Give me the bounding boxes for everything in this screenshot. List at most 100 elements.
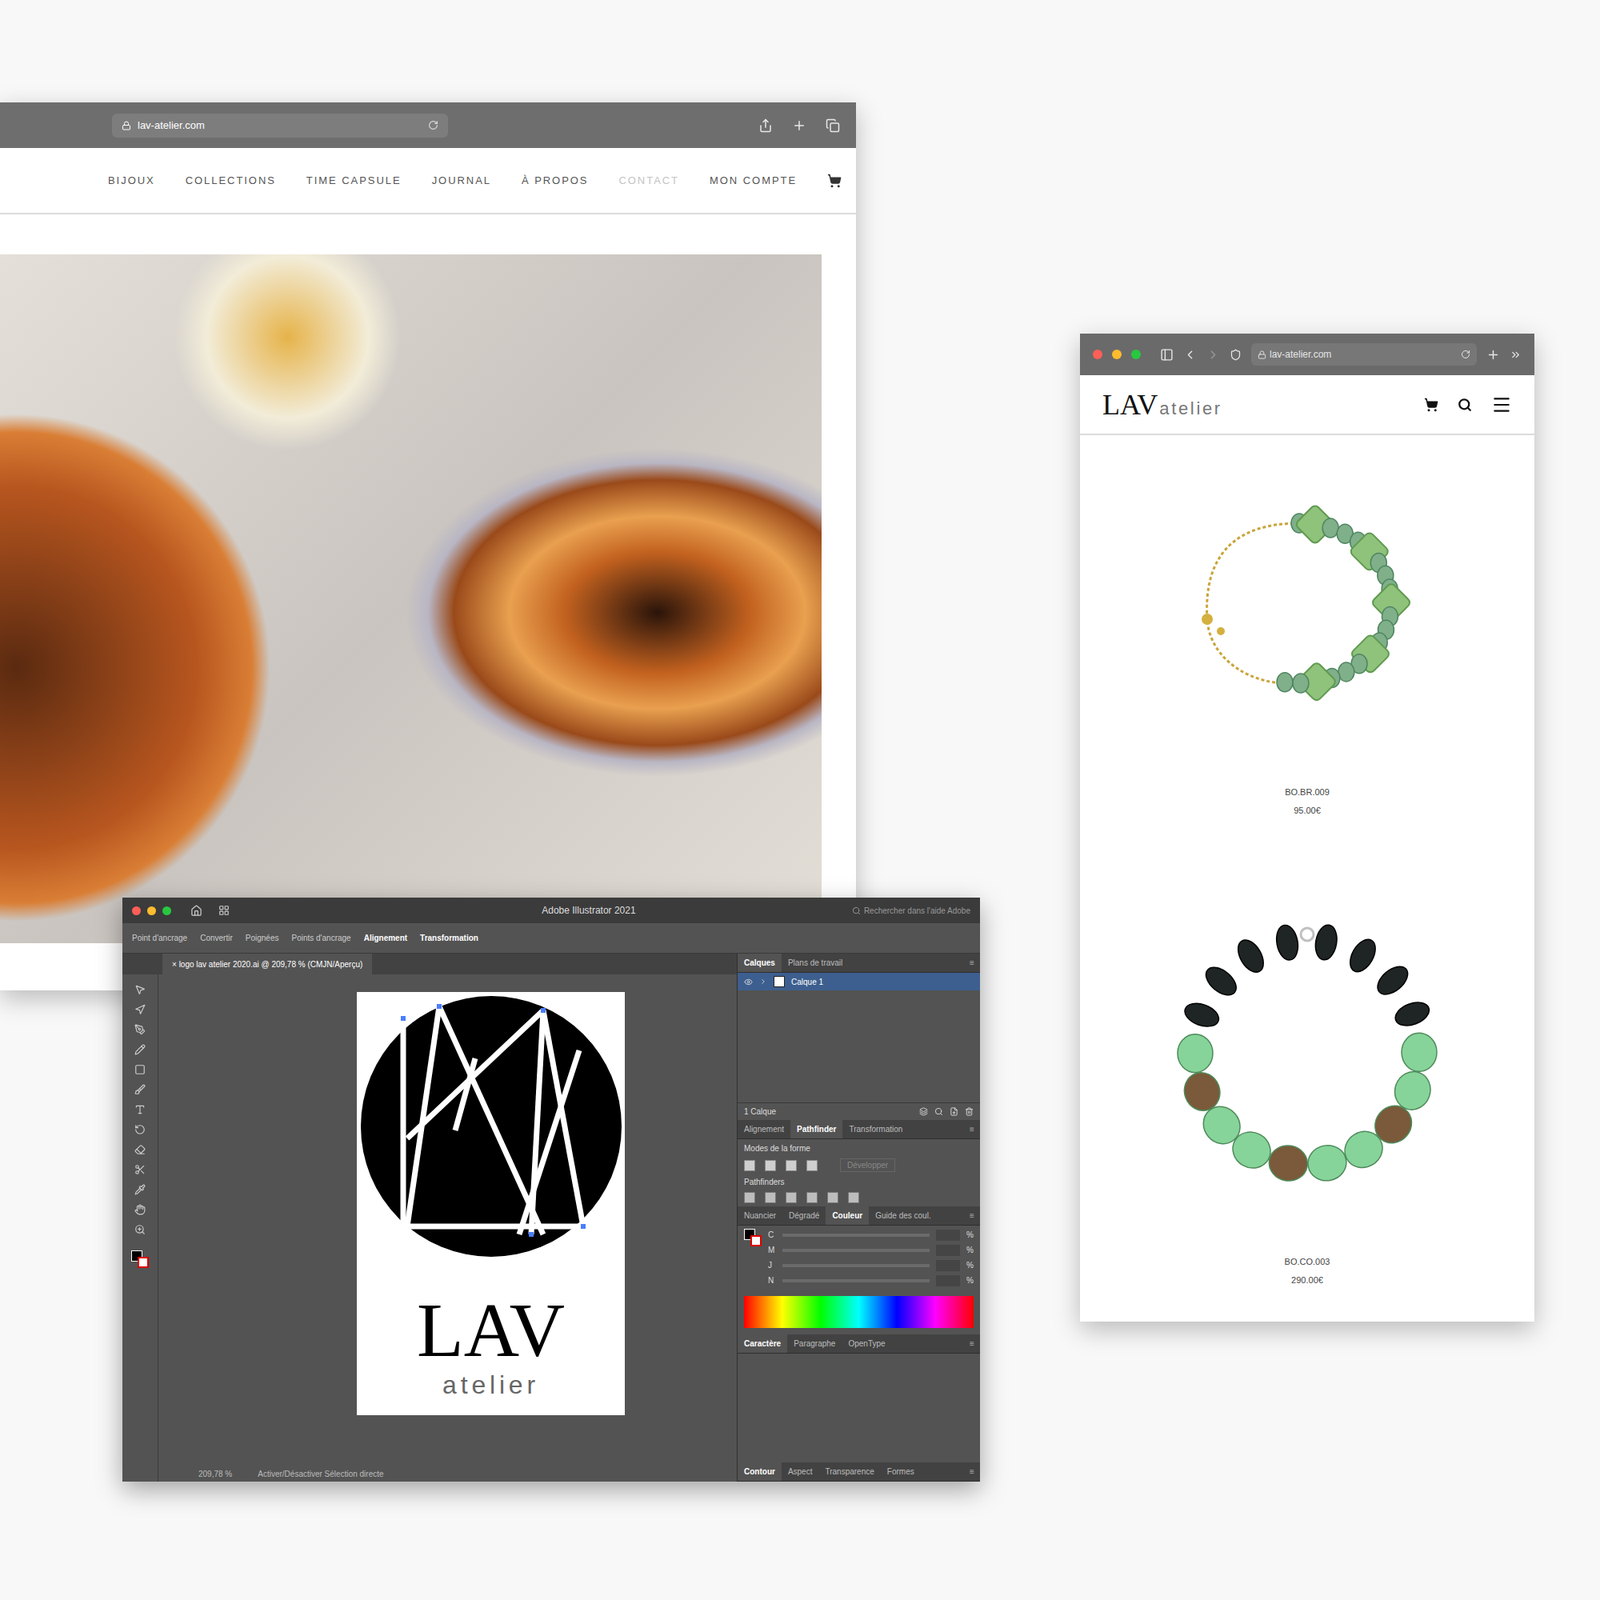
forward-icon[interactable] [1206,348,1220,362]
nav-link[interactable]: COLLECTIONS [185,172,276,189]
reload-icon[interactable] [428,120,439,131]
privacy-icon[interactable] [1229,348,1242,361]
panel-tab[interactable]: Dégradé [782,1206,826,1225]
zoom-button[interactable] [1131,349,1141,360]
color-swatch[interactable] [744,1228,762,1247]
cart-icon[interactable] [827,173,842,188]
cart-icon[interactable] [1424,397,1439,412]
panel-tab[interactable]: Formes [880,1462,921,1481]
control-item[interactable]: Poignées [245,932,280,944]
panel-tab[interactable]: Transformation [842,1120,909,1139]
channel-field[interactable] [936,1244,960,1256]
pathfinder-icon[interactable] [848,1192,860,1204]
expand-button[interactable]: Développer [840,1158,896,1172]
control-item[interactable]: Alignement [364,932,408,944]
help-search[interactable]: Rechercher dans l'aide Adobe [852,904,971,917]
more-icon[interactable] [1509,348,1522,361]
panel-tab[interactable]: Transparence [818,1462,880,1481]
panel-tab[interactable]: OpenType [841,1334,892,1353]
address-bar[interactable]: lav-atelier.com [112,113,448,138]
panel-menu-icon[interactable]: ≡ [970,1334,980,1353]
tool-icon[interactable] [134,1144,146,1156]
panel-tab[interactable]: Paragraphe [787,1334,842,1353]
control-item[interactable]: Point d'ancrage [132,932,188,944]
sidebar-icon[interactable] [1160,348,1174,362]
control-item[interactable]: Points d'ancrage [291,932,351,944]
tool-icon[interactable] [134,1044,146,1056]
menu-icon[interactable] [1491,394,1512,416]
nav-link[interactable]: À PROPOS [521,172,589,189]
channel-slider[interactable] [782,1279,930,1283]
layer-row[interactable]: Calque 1 [737,972,980,991]
pathfinder-icon[interactable] [764,1192,776,1204]
control-item[interactable]: Convertir [200,932,233,944]
panel-tab[interactable]: Calques [737,953,782,972]
tool-icon[interactable] [134,1064,146,1076]
panel-tab[interactable]: Couleur [825,1206,869,1225]
tool-icon[interactable] [134,1024,146,1036]
shape-mode-icon[interactable] [744,1160,756,1172]
tool-icon[interactable] [134,1224,146,1236]
close-button[interactable] [132,906,141,916]
panel-tab[interactable]: Guide des coul. [868,1206,938,1225]
shape-mode-icon[interactable] [764,1160,776,1172]
nav-link[interactable]: BIJOUX [108,172,156,189]
tool-icon[interactable] [134,1184,146,1196]
minimize-button[interactable] [147,906,156,916]
panel-menu-icon[interactable]: ≡ [970,1120,980,1139]
panel-menu-icon[interactable]: ≡ [970,953,980,972]
tool-icon[interactable] [134,1204,146,1216]
tool-icon[interactable] [134,1084,146,1096]
panel-tab[interactable]: Caractère [737,1334,788,1353]
tool-icon[interactable] [134,1104,146,1116]
panel-tab[interactable]: Aspect [781,1462,820,1481]
shape-mode-icon[interactable] [806,1160,818,1172]
nav-link[interactable]: JOURNAL [432,172,492,189]
pathfinder-icon[interactable] [827,1192,839,1204]
channel-slider[interactable] [782,1248,930,1252]
channel-field[interactable] [936,1229,960,1241]
channel-field[interactable] [936,1275,960,1287]
locate-icon[interactable] [934,1107,944,1116]
panel-tab[interactable]: Plans de travail [781,953,849,972]
close-button[interactable] [1092,349,1103,360]
control-item[interactable]: Transformation [420,932,479,944]
product-card[interactable]: BO.CO.003290.00€ [1080,864,1535,1287]
product-card[interactable]: BO.BR.00995.00€ [1080,435,1535,817]
layers-icon[interactable] [919,1107,928,1116]
tool-icon[interactable] [134,984,146,996]
panel-tab[interactable]: Nuancier [737,1206,783,1225]
channel-slider[interactable] [782,1264,930,1268]
minimize-button[interactable] [1112,349,1122,360]
nav-link[interactable]: CONTACT [618,172,680,189]
search-icon[interactable] [1457,397,1472,412]
channel-slider[interactable] [782,1233,930,1237]
panel-tab[interactable]: Pathfinder [790,1120,843,1139]
panel-tab[interactable]: Contour [737,1462,782,1481]
pathfinder-icon[interactable] [744,1192,756,1204]
home-icon[interactable] [190,904,203,917]
tool-icon[interactable] [134,1164,146,1176]
tool-icon[interactable] [134,1004,146,1016]
site-logo[interactable]: LAVatelier [1102,390,1223,420]
nav-link[interactable]: TIME CAPSULE [306,172,402,189]
delete-icon[interactable] [964,1107,974,1116]
reload-icon[interactable] [1460,349,1471,360]
nav-link[interactable]: MON COMPTE [709,172,797,189]
color-spectrum[interactable] [744,1296,974,1328]
panel-menu-icon[interactable]: ≡ [970,1206,980,1225]
share-icon[interactable] [758,118,773,133]
expand-icon[interactable] [759,977,768,986]
fill-stroke-swatch[interactable] [131,1250,149,1268]
tabs-icon[interactable] [825,118,840,133]
channel-field[interactable] [936,1260,960,1272]
new-layer-icon[interactable] [949,1107,959,1116]
shape-mode-icon[interactable] [785,1160,797,1172]
panel-menu-icon[interactable]: ≡ [970,1462,980,1481]
workspace-icon[interactable] [218,904,230,916]
pathfinder-icon[interactable] [806,1192,818,1204]
address-bar[interactable]: lav-atelier.com [1251,343,1477,366]
zoom-button[interactable] [162,906,172,916]
tool-icon[interactable] [134,1124,146,1136]
new-tab-icon[interactable] [1486,348,1500,362]
